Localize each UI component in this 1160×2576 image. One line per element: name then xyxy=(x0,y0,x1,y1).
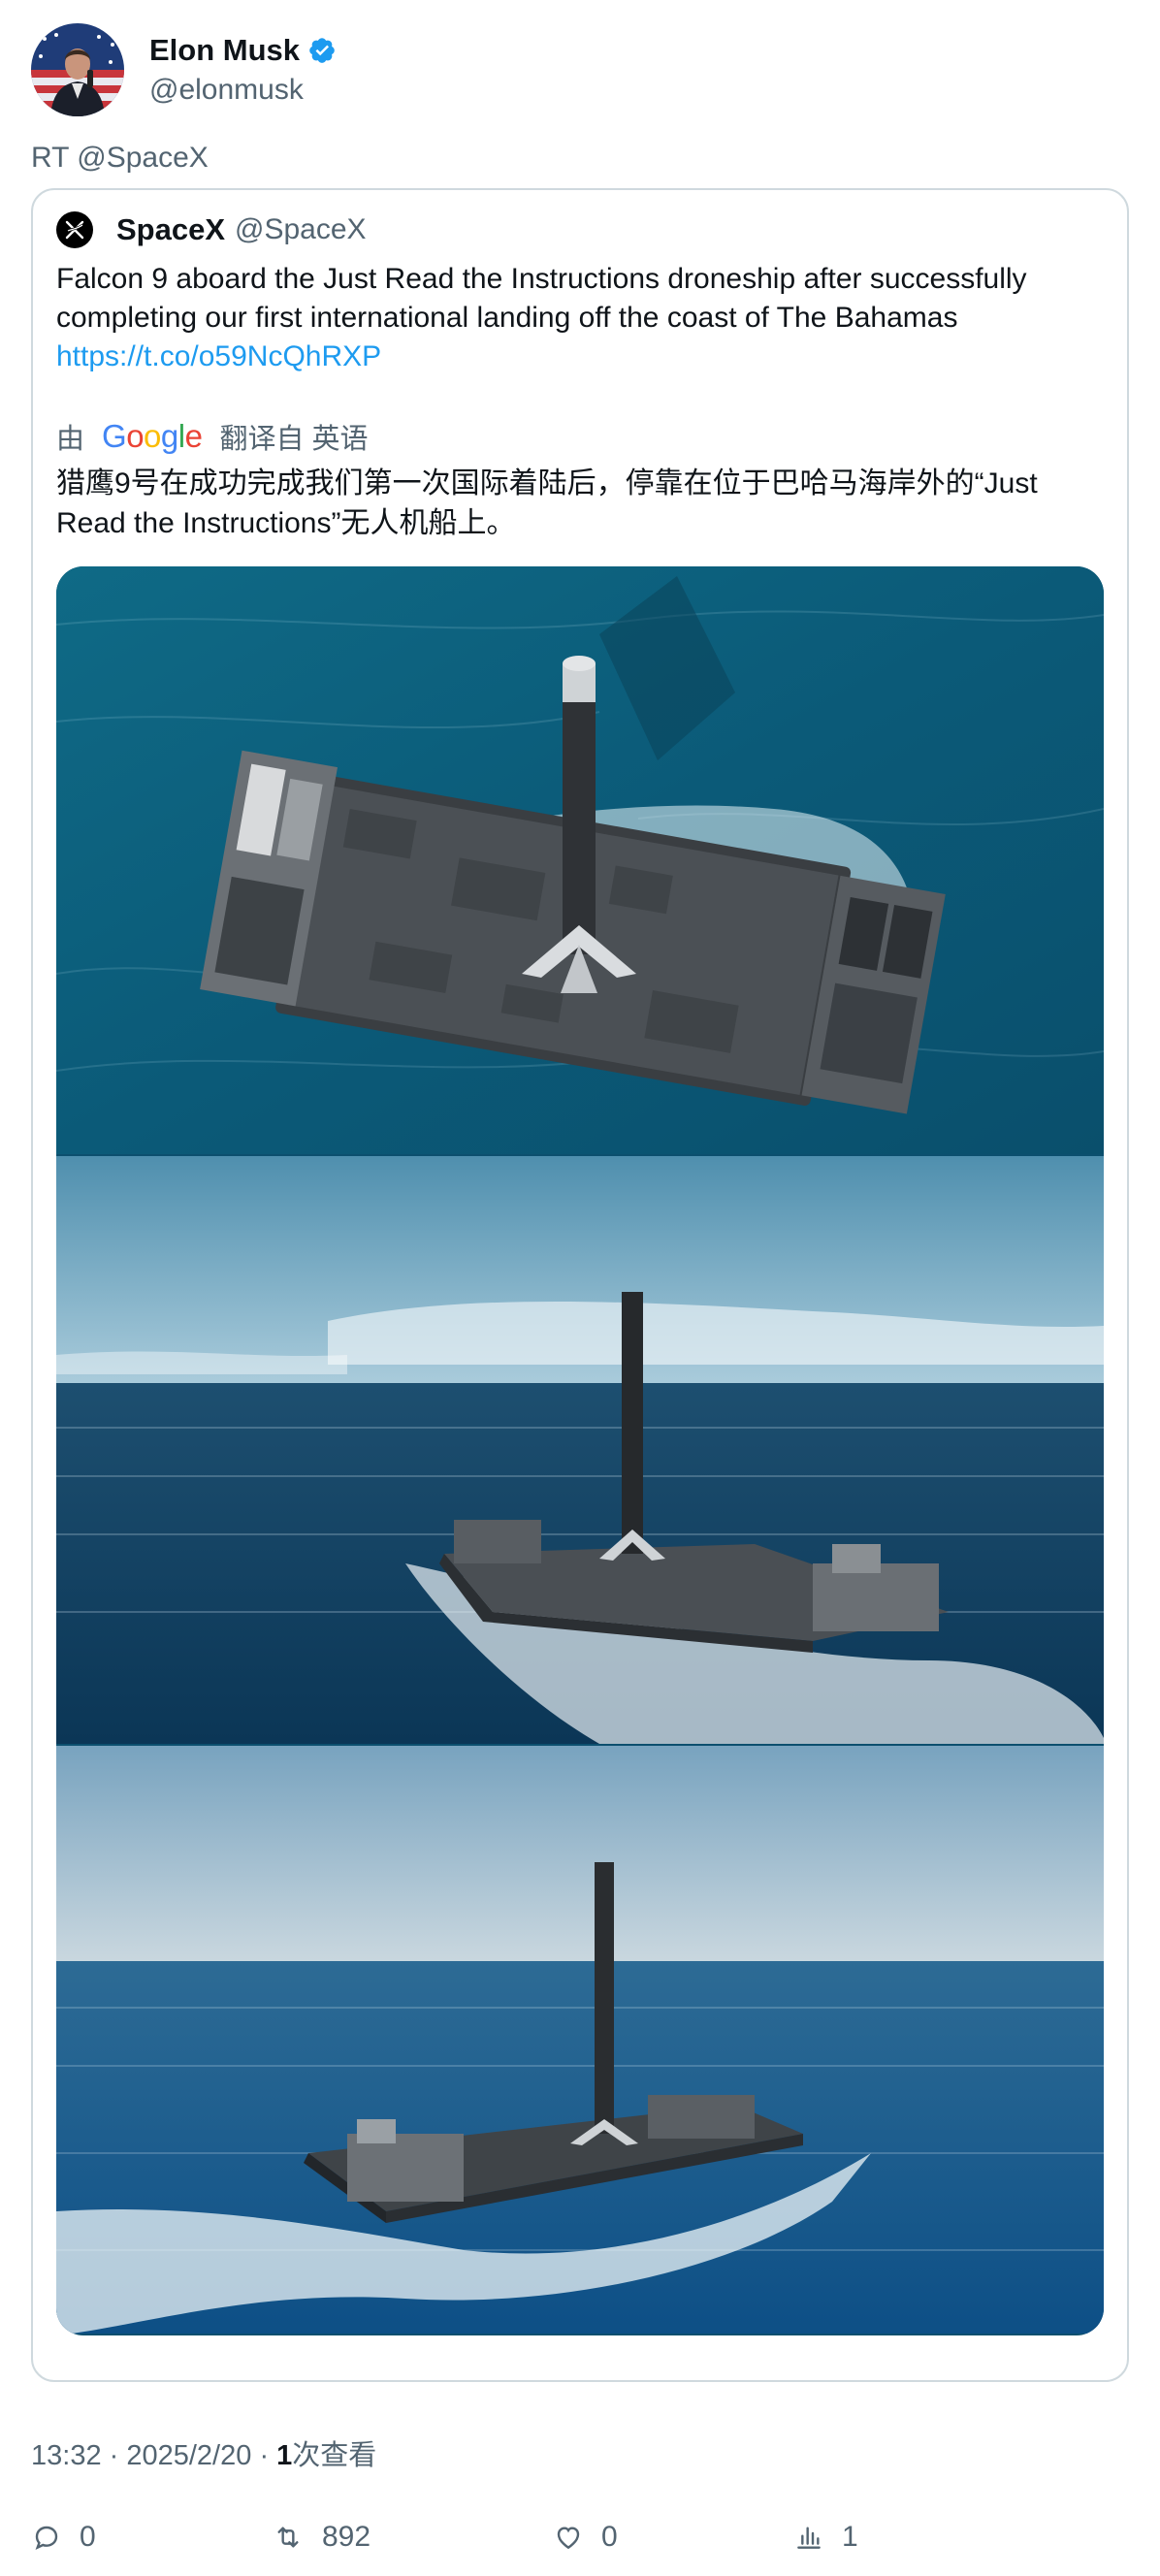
retweet-button[interactable]: 892 xyxy=(272,2516,371,2559)
like-count: 0 xyxy=(601,2521,618,2553)
media-gallery xyxy=(56,566,1104,2335)
quoted-tweet-card[interactable]: SpaceX @SpaceX Falcon 9 aboard the Just … xyxy=(31,188,1129,2382)
name-row: Elon Musk xyxy=(149,33,337,68)
verified-badge-icon[interactable] xyxy=(307,36,337,65)
bar-chart-icon xyxy=(797,2527,821,2549)
quoted-text-body: Falcon 9 aboard the Just Read the Instru… xyxy=(56,263,1027,334)
tweet-header: Elon Musk @elonmusk xyxy=(31,23,337,116)
quoted-link[interactable]: https://t.co/o59NcQhRXP xyxy=(56,340,381,372)
action-bar: 0 892 0 1 xyxy=(31,2516,1129,2559)
google-logo: Google xyxy=(102,418,203,454)
quoted-header: SpaceX @SpaceX xyxy=(56,211,367,248)
meta-separator: · xyxy=(109,2440,127,2471)
media-photo-2[interactable] xyxy=(56,1156,1104,1744)
reply-count: 0 xyxy=(80,2521,96,2553)
like-button[interactable]: 0 xyxy=(553,2516,618,2559)
tweet-date[interactable]: 2025/2/20 xyxy=(126,2440,251,2471)
views-label: 次查看 xyxy=(292,2440,377,2471)
author-names: Elon Musk @elonmusk xyxy=(149,33,337,107)
meta-separator: · xyxy=(259,2440,277,2471)
spacex-avatar-icon[interactable] xyxy=(56,211,93,248)
reply-icon xyxy=(35,2526,58,2551)
avatar[interactable] xyxy=(31,23,124,116)
translated-text: 猎鹰9号在成功完成我们第一次国际着陆后，停靠在位于巴哈马海岸外的“Just Re… xyxy=(56,467,1038,539)
tweet-time[interactable]: 13:32 xyxy=(31,2440,102,2471)
quoted-display-name[interactable]: SpaceX xyxy=(116,212,225,247)
author-display-name[interactable]: Elon Musk xyxy=(149,33,300,68)
translation-by-label: 由 xyxy=(56,424,85,455)
views-action-count: 1 xyxy=(842,2521,858,2553)
heart-icon xyxy=(557,2527,580,2550)
translation-attribution: 由 Google 翻译自 英语 xyxy=(56,417,369,456)
translation-source-label[interactable]: 翻译自 英语 xyxy=(219,416,368,457)
tweet-meta: 13:32 · 2025/2/20 · 1次查看 xyxy=(31,2432,376,2473)
reply-button[interactable]: 0 xyxy=(31,2516,96,2559)
author-handle[interactable]: @elonmusk xyxy=(149,74,337,107)
views-count: 1 xyxy=(276,2440,293,2471)
quoted-handle[interactable]: @SpaceX xyxy=(235,213,367,246)
retweet-icon xyxy=(277,2527,299,2548)
quoted-tweet-text: Falcon 9 aboard the Just Read the Instru… xyxy=(56,260,1113,376)
media-photo-1[interactable] xyxy=(56,566,1104,1154)
media-photo-3[interactable] xyxy=(56,1746,1104,2334)
views-button[interactable]: 1 xyxy=(793,2516,858,2559)
retweet-text: RT @SpaceX xyxy=(31,142,209,174)
retweet-count: 892 xyxy=(322,2521,371,2553)
